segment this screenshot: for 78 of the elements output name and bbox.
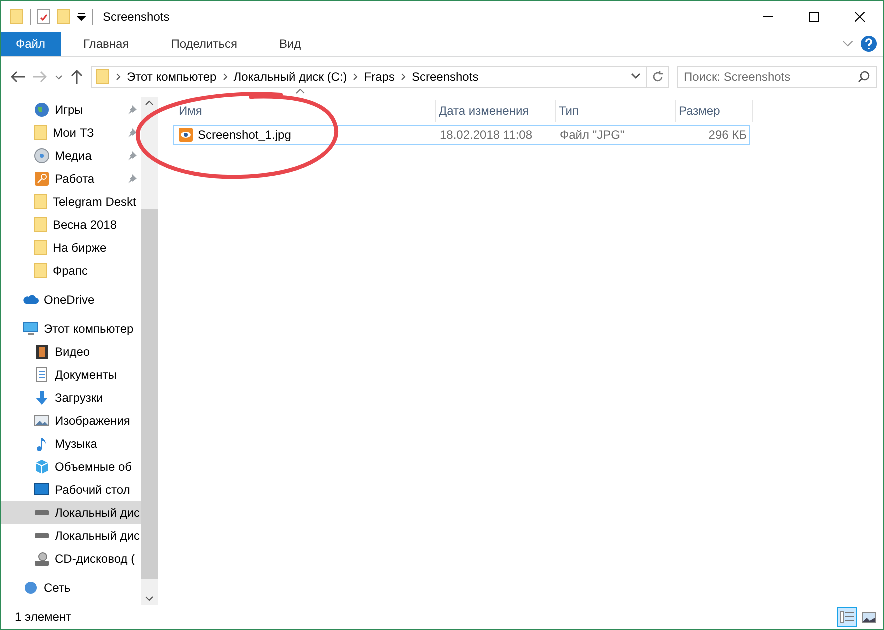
date-cell-text: 18.02.2018 11:08 xyxy=(439,128,534,142)
help-icon[interactable] xyxy=(861,36,877,52)
sidebar-item[interactable]: Работа xyxy=(1,167,141,190)
recent-locations-button[interactable] xyxy=(55,74,63,80)
properties-icon[interactable] xyxy=(37,8,51,24)
sidebar-item[interactable]: Игры xyxy=(1,98,141,121)
sidebar-item[interactable]: На бирже xyxy=(1,236,141,259)
ribbon-tab[interactable]: Вид xyxy=(264,32,316,56)
column-header[interactable]: Размер xyxy=(676,100,753,122)
column-header[interactable]: Тип xyxy=(556,100,676,122)
breadcrumb-item[interactable]: Локальный диск (C:) xyxy=(234,70,348,84)
sidebar-item[interactable]: Рабочий стол xyxy=(1,478,141,501)
image-file-icon xyxy=(178,127,194,143)
address-bar[interactable]: Этот компьютер Локальный диск (C:) Fraps Screenshots xyxy=(91,66,669,88)
up-button[interactable] xyxy=(71,70,83,84)
sidebar-item[interactable]: Telegram Deskt xyxy=(1,190,141,213)
chevron-right-icon xyxy=(116,73,121,81)
sidebar-item[interactable]: Загрузки xyxy=(1,386,141,409)
sidebar-item[interactable]: OneDrive xyxy=(1,288,141,311)
sidebar-item[interactable]: Локальный дис xyxy=(1,501,141,524)
sidebar-item[interactable]: Мои ТЗ xyxy=(1,121,141,144)
cd-drive-icon xyxy=(34,550,50,566)
sidebar-item[interactable]: Фрапс xyxy=(1,259,141,282)
column-header[interactable]: Дата изменения xyxy=(436,100,556,122)
sidebar-item[interactable]: CD-дисковод ( xyxy=(1,547,141,570)
ribbon-tab[interactable]: Файл xyxy=(1,32,61,56)
sidebar-item[interactable]: Локальный дис xyxy=(1,524,141,547)
maximize-icon xyxy=(809,12,819,22)
folder-icon xyxy=(34,124,48,140)
ribbon-tab[interactable]: Главная xyxy=(68,32,144,56)
chevron-right-icon xyxy=(222,73,228,81)
sidebar-item[interactable]: Сеть xyxy=(1,576,141,599)
window-title: Screenshots xyxy=(103,10,170,24)
size-cell-text: 296 КБ xyxy=(708,128,748,142)
breadcrumb-item[interactable]: Fraps xyxy=(364,70,395,84)
breadcrumb-item[interactable]: Screenshots xyxy=(412,70,479,84)
drive-icon xyxy=(34,532,50,538)
sidebar-item[interactable]: Видео xyxy=(1,340,141,363)
sidebar-item[interactable]: Документы xyxy=(1,363,141,386)
monitor-icon xyxy=(23,320,39,336)
sidebar-item[interactable]: Весна 2018 xyxy=(1,213,141,236)
details-view-button[interactable] xyxy=(837,607,857,627)
folder-icon xyxy=(34,194,48,210)
dropdown-icon[interactable] xyxy=(77,12,86,20)
folder-icon xyxy=(34,240,48,256)
folder-icon xyxy=(34,262,48,278)
search-icon xyxy=(858,71,870,83)
folder-icon xyxy=(34,216,48,232)
refresh-icon xyxy=(652,71,664,83)
drive-icon xyxy=(34,510,50,516)
type-cell-text: Файл "JPG" xyxy=(559,128,626,142)
down-arrow-icon xyxy=(34,390,50,406)
item-count: 1 элемент xyxy=(15,610,72,624)
key-icon xyxy=(34,170,50,186)
sidebar-item[interactable]: Объемные об xyxy=(1,455,141,478)
document-icon xyxy=(34,366,50,382)
sidebar-item[interactable]: Музыка xyxy=(1,432,141,455)
image-icon xyxy=(34,412,50,428)
search-field[interactable]: Поиск: Screenshots xyxy=(677,66,877,88)
desktop-icon xyxy=(34,482,50,498)
breadcrumb-item[interactable]: Этот компьютер xyxy=(127,70,217,84)
file-name: Screenshot_1.jpg xyxy=(198,128,292,142)
close-icon xyxy=(855,12,865,22)
folder-icon xyxy=(96,69,110,85)
disc-icon xyxy=(34,148,50,164)
ribbon-tab[interactable]: Поделиться xyxy=(156,32,252,56)
cube-icon xyxy=(34,458,50,474)
chevron-right-icon xyxy=(400,73,406,81)
file-row[interactable]: Screenshot_1.jpg 18.02.2018 11:08 Файл "JPG" 296 КБ xyxy=(173,125,750,145)
sidebar-item[interactable]: Медиа xyxy=(1,144,141,167)
back-button[interactable] xyxy=(11,71,25,83)
sidebar-item[interactable]: Этот компьютер xyxy=(1,317,141,340)
scrollbar[interactable] xyxy=(141,97,158,605)
column-header[interactable]: Имя xyxy=(176,100,436,122)
film-icon xyxy=(34,344,50,360)
chevron-right-icon xyxy=(353,73,358,81)
sidebar-item[interactable]: Изображения xyxy=(1,409,141,432)
globe-icon xyxy=(34,102,50,118)
